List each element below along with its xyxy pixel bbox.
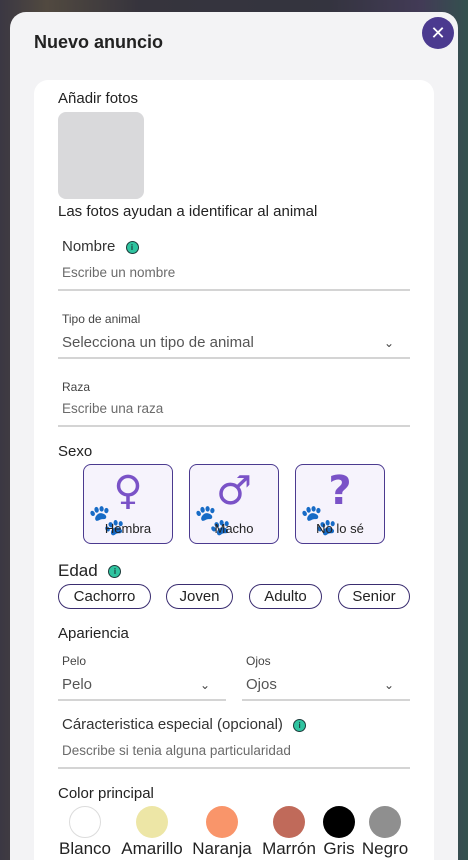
animal-type-select[interactable]: Selecciona un tipo de animal — [62, 334, 254, 351]
color-swatch-gray[interactable] — [323, 806, 355, 838]
hair-label: Pelo — [62, 654, 87, 668]
age-option-cachorro[interactable]: Cachorro — [58, 584, 151, 609]
chevron-down-icon[interactable]: ⌄ — [384, 336, 394, 350]
question-icon: ? — [328, 468, 352, 514]
color-label-orange: Naranja — [192, 839, 252, 858]
special-input[interactable]: Describe si tenia alguna particularidad — [62, 743, 291, 758]
chevron-down-icon[interactable]: ⌄ — [200, 678, 210, 692]
color-swatch-yellow[interactable] — [136, 806, 168, 838]
color-swatch-brown[interactable] — [273, 806, 305, 838]
sex-option-unknown[interactable]: 🐾 ? No lo sé — [295, 464, 385, 544]
photos-hint: Las fotos ayudan a identificar al animal — [58, 203, 318, 220]
name-label: Nombre — [62, 238, 116, 255]
female-icon: ♀ — [113, 468, 143, 514]
color-swatch-white[interactable] — [69, 806, 101, 838]
chevron-down-icon[interactable]: ⌄ — [384, 678, 394, 692]
animal-type-label: Tipo de animal — [62, 312, 141, 326]
modal-title: Nuevo anuncio — [34, 32, 164, 52]
age-option-senior[interactable]: Senior — [338, 584, 410, 609]
sex-option-label: Macho — [214, 521, 254, 536]
breed-underline — [58, 425, 410, 427]
appearance-label: Apariencia — [58, 625, 129, 642]
info-icon[interactable]: i — [125, 240, 139, 254]
new-listing-modal: Nuevo anuncio ✕ Añadir fotos Las fotos a… — [10, 12, 458, 860]
photos-label: Añadir fotos — [58, 90, 139, 107]
age-label: Edad — [58, 561, 98, 580]
add-photo-box[interactable] — [58, 112, 144, 199]
male-icon: ♂ — [216, 468, 252, 514]
hair-underline — [58, 699, 226, 701]
eyes-underline — [242, 699, 410, 701]
special-underline — [58, 767, 410, 769]
age-option-joven[interactable]: Joven — [166, 584, 233, 609]
color-swatch-black[interactable] — [369, 806, 401, 838]
breed-input[interactable]: Escribe una raza — [62, 401, 163, 416]
sex-option-male[interactable]: 🐾 ♂ Macho — [189, 464, 279, 544]
form-card: Añadir fotos Las fotos ayudan a identifi… — [34, 80, 434, 860]
name-underline — [58, 289, 410, 291]
close-icon: ✕ — [430, 22, 446, 43]
animal-type-underline — [58, 357, 410, 359]
hair-select[interactable]: Pelo — [62, 676, 92, 693]
eyes-select[interactable]: Ojos — [246, 676, 277, 693]
eyes-label: Ojos — [246, 654, 271, 668]
color-label-black: Negro — [361, 839, 409, 858]
sex-option-label: Hembra — [104, 521, 152, 536]
sex-option-label: No lo sé — [316, 521, 364, 536]
age-option-adulto[interactable]: Adulto — [249, 584, 322, 609]
close-button[interactable]: ✕ — [422, 17, 454, 49]
info-icon[interactable]: i — [293, 718, 307, 732]
breed-label: Raza — [62, 380, 91, 394]
special-label: Cáracteristica especial (opcional) — [62, 716, 283, 733]
sex-label: Sexo — [58, 443, 93, 460]
color-label: Color principal — [58, 785, 154, 802]
sex-option-female[interactable]: 🐾 ♀ Hembra — [83, 464, 173, 544]
info-icon[interactable]: i — [108, 565, 122, 579]
color-swatch-orange[interactable] — [206, 806, 238, 838]
name-input[interactable]: Escribe un nombre — [62, 265, 175, 280]
color-label-yellow: Amarillo — [121, 839, 183, 858]
color-label-white: Blanco — [59, 839, 111, 858]
